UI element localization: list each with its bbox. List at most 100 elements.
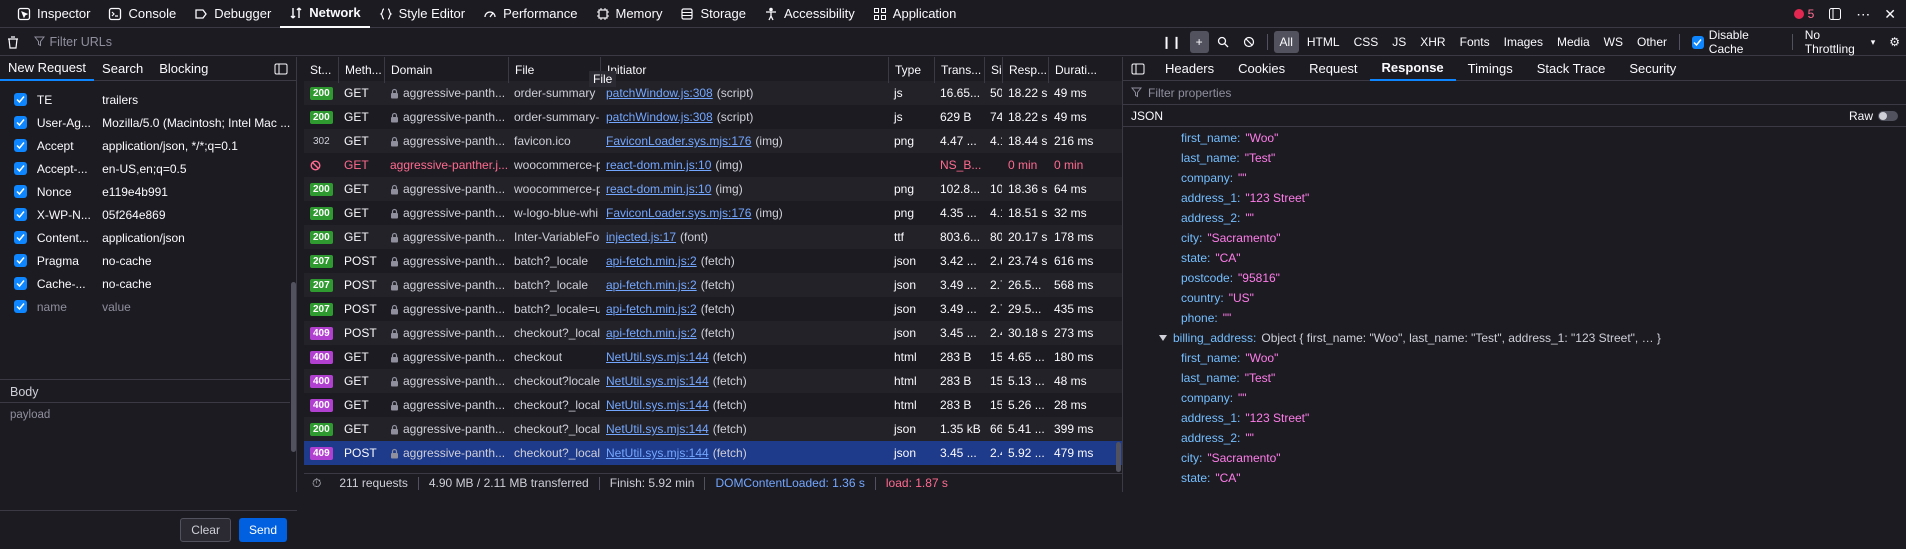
- clear-button[interactable]: Clear: [180, 518, 231, 542]
- send-button[interactable]: Send: [238, 518, 287, 542]
- header-value-input[interactable]: no-cache: [102, 254, 290, 268]
- filter-type-media[interactable]: Media: [1551, 31, 1596, 53]
- tab-search[interactable]: Search: [94, 57, 151, 81]
- filter-type-js[interactable]: JS: [1386, 31, 1412, 53]
- tab-storage[interactable]: Storage: [671, 0, 755, 28]
- toggle-switch[interactable]: [1878, 111, 1898, 122]
- table-row[interactable]: 207 POST aggressive-panth... batch?_locale a…: [304, 273, 1122, 297]
- scrollbar[interactable]: [291, 282, 296, 452]
- add-request-icon[interactable]: +: [1189, 31, 1209, 53]
- table-row[interactable]: 207 POST aggressive-panth... batch?_locale a…: [304, 249, 1122, 273]
- raw-toggle[interactable]: Raw: [1849, 109, 1898, 123]
- header-enabled-checkbox[interactable]: [14, 208, 27, 221]
- initiator-link[interactable]: NetUtil.sys.mjs:144: [606, 446, 709, 460]
- header-enabled-checkbox[interactable]: [14, 300, 27, 313]
- tab-response[interactable]: Response: [1369, 57, 1456, 81]
- initiator-link[interactable]: NetUtil.sys.mjs:144: [606, 350, 709, 364]
- filter-type-other[interactable]: Other: [1631, 31, 1673, 53]
- column-header[interactable]: Initiator: [600, 56, 888, 83]
- table-row[interactable]: 207 POST aggressive-panth... batch?_locale=…: [304, 297, 1122, 321]
- header-name-input[interactable]: Accept: [37, 139, 102, 153]
- header-enabled-checkbox[interactable]: [14, 116, 27, 129]
- expand-triangle-icon[interactable]: [1159, 335, 1167, 341]
- tab-timings[interactable]: Timings: [1456, 57, 1525, 81]
- settings-gear-icon[interactable]: ⚙: [1883, 31, 1906, 53]
- table-row[interactable]: 400 GET aggressive-panth... checkout?_local…: [304, 393, 1122, 417]
- tab-security[interactable]: Security: [1617, 57, 1688, 81]
- header-enabled-checkbox[interactable]: [14, 139, 27, 152]
- filter-type-fonts[interactable]: Fonts: [1454, 31, 1496, 53]
- header-value-input[interactable]: 05f264e869: [102, 208, 290, 222]
- header-name-input[interactable]: Accept-...: [37, 162, 102, 176]
- header-enabled-checkbox[interactable]: [14, 93, 27, 106]
- header-name-input[interactable]: Pragma: [37, 254, 102, 268]
- tab-request[interactable]: Request: [1297, 57, 1369, 81]
- initiator-link[interactable]: patchWindow.js:308: [606, 110, 713, 124]
- header-value-input[interactable]: no-cache: [102, 277, 290, 291]
- throttling-select[interactable]: No Throttling ▾: [1799, 28, 1881, 56]
- tab-headers[interactable]: Headers: [1153, 57, 1226, 81]
- table-row[interactable]: 200 GET aggressive-panth... Inter-VariableF…: [304, 225, 1122, 249]
- tab-network[interactable]: Network: [280, 0, 370, 28]
- header-enabled-checkbox[interactable]: [14, 185, 27, 198]
- filter-type-all[interactable]: All: [1273, 31, 1299, 53]
- header-value-input[interactable]: Mozilla/5.0 (Macintosh; Intel Mac ...: [102, 116, 290, 130]
- initiator-link[interactable]: NetUtil.sys.mjs:144: [606, 374, 709, 388]
- column-header[interactable]: Resp...: [1002, 56, 1048, 83]
- table-row[interactable]: 302 GET aggressive-panth... favicon.ico Favi…: [304, 129, 1122, 153]
- close-icon[interactable]: ✕: [1884, 6, 1896, 23]
- initiator-link[interactable]: api-fetch.min.js:2: [606, 302, 697, 316]
- new-header-value-input[interactable]: value: [102, 300, 290, 314]
- table-row[interactable]: 400 GET aggressive-panth... checkout NetUtil…: [304, 345, 1122, 369]
- table-row[interactable]: 200 GET aggressive-panth... order-summary pa…: [304, 81, 1122, 105]
- column-header[interactable]: Si: [984, 56, 1002, 83]
- initiator-link[interactable]: injected.js:17: [606, 230, 676, 244]
- initiator-link[interactable]: api-fetch.min.js:2: [606, 326, 697, 340]
- search-icon[interactable]: [1211, 31, 1235, 53]
- tab-inspector[interactable]: Inspector: [8, 0, 99, 28]
- tab-performance[interactable]: Performance: [474, 0, 586, 28]
- column-header[interactable]: St...: [304, 57, 338, 83]
- initiator-link[interactable]: patchWindow.js:308: [606, 86, 713, 100]
- filter-type-ws[interactable]: WS: [1598, 31, 1629, 53]
- error-count-badge[interactable]: 5: [1793, 7, 1814, 21]
- header-name-input[interactable]: Nonce: [37, 185, 102, 199]
- toggle-sidebar-icon[interactable]: [1123, 63, 1153, 75]
- column-header[interactable]: Domain: [384, 56, 508, 83]
- header-enabled-checkbox[interactable]: [14, 254, 27, 267]
- tab-blocking[interactable]: Blocking: [151, 57, 216, 81]
- header-name-input[interactable]: User-Ag...: [37, 116, 102, 130]
- more-options-icon[interactable]: ⋯: [1856, 6, 1870, 23]
- tab-new-request[interactable]: New Request: [0, 57, 95, 81]
- initiator-link[interactable]: NetUtil.sys.mjs:144: [606, 422, 709, 436]
- header-value-input[interactable]: trailers: [102, 93, 290, 107]
- tab-stack-trace[interactable]: Stack Trace: [1525, 57, 1618, 81]
- table-row[interactable]: 200 GET aggressive-panth... w-logo-blue-whi…: [304, 201, 1122, 225]
- header-enabled-checkbox[interactable]: [14, 277, 27, 290]
- block-icon[interactable]: [1237, 31, 1261, 53]
- header-name-input[interactable]: Content...: [37, 231, 102, 245]
- table-row[interactable]: 409 POST aggressive-panth... checkout?_loca…: [304, 441, 1122, 465]
- initiator-link[interactable]: api-fetch.min.js:2: [606, 254, 697, 268]
- scrollbar[interactable]: [1116, 442, 1121, 472]
- column-header[interactable]: File: [508, 56, 600, 83]
- header-name-input[interactable]: X-WP-N...: [37, 208, 102, 222]
- header-value-input[interactable]: en-US,en;q=0.5: [102, 162, 290, 176]
- tab-console[interactable]: Console: [99, 0, 185, 28]
- filter-type-xhr[interactable]: XHR: [1414, 31, 1451, 53]
- header-enabled-checkbox[interactable]: [14, 162, 27, 175]
- column-header[interactable]: Trans...: [934, 56, 984, 83]
- filter-type-images[interactable]: Images: [1498, 31, 1549, 53]
- pause-icon[interactable]: ❙❙: [1156, 31, 1188, 53]
- filter-properties-input[interactable]: Filter properties: [1123, 81, 1906, 105]
- initiator-link[interactable]: FaviconLoader.sys.mjs:176: [606, 206, 751, 220]
- stopwatch-icon[interactable]: ⏱: [304, 476, 329, 491]
- initiator-link[interactable]: FaviconLoader.sys.mjs:176: [606, 134, 751, 148]
- filter-type-css[interactable]: CSS: [1348, 31, 1385, 53]
- filter-urls-input[interactable]: [25, 32, 1156, 52]
- initiator-link[interactable]: react-dom.min.js:10: [606, 158, 711, 172]
- dock-icon[interactable]: [1828, 7, 1842, 21]
- initiator-link[interactable]: NetUtil.sys.mjs:144: [606, 398, 709, 412]
- column-header[interactable]: Durati...: [1048, 56, 1104, 83]
- filter-type-html[interactable]: HTML: [1301, 31, 1346, 53]
